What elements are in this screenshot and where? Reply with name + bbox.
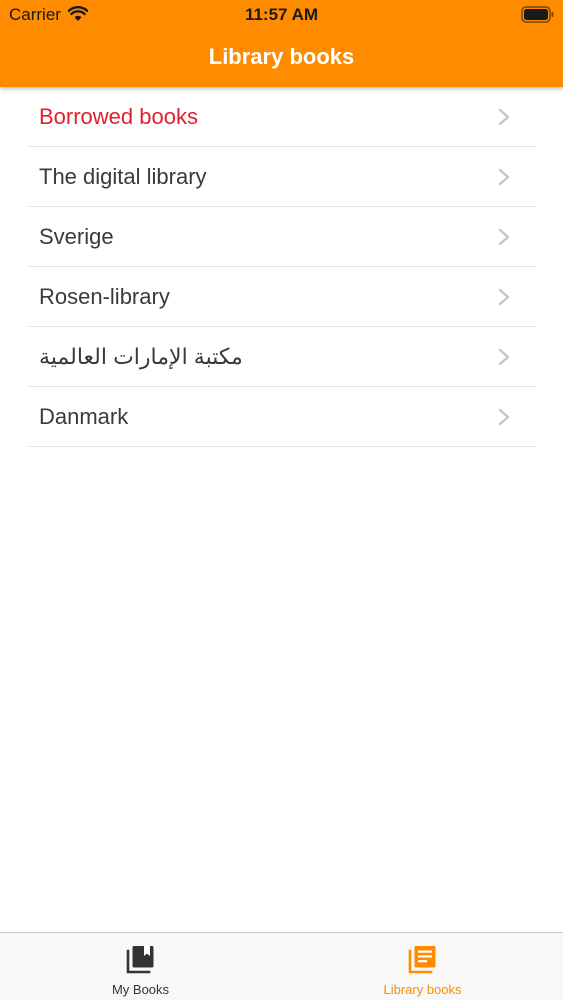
status-bar: Carrier 11:57 AM: [0, 0, 563, 30]
page-title: Library books: [208, 44, 355, 69]
tab-label: Library books: [383, 982, 462, 997]
chevron-right-icon: [498, 168, 510, 186]
library-list: Borrowed books The digital library Sveri…: [28, 87, 536, 447]
battery-icon: [521, 6, 554, 23]
app-screen: Carrier 11:57 AM Library books Borrowed …: [0, 0, 563, 1000]
chevron-right-icon: [498, 348, 510, 366]
tab-library-books[interactable]: Library books: [282, 933, 563, 1000]
list-item-rosen-library[interactable]: Rosen-library: [28, 267, 536, 327]
tab-label: My Books: [111, 982, 170, 997]
chevron-right-icon: [498, 228, 510, 246]
chevron-right-icon: [498, 408, 510, 426]
list-item-label: مكتبة الإمارات العالمية: [39, 343, 243, 369]
list-item-sverige[interactable]: Sverige: [28, 207, 536, 267]
list-item-label: Danmark: [39, 403, 129, 429]
chevron-right-icon: [498, 288, 510, 306]
list-item-label: Borrowed books: [39, 103, 198, 129]
tab-my-books[interactable]: My Books: [0, 933, 281, 1000]
list-item-label: Sverige: [39, 223, 114, 249]
list-item-label: The digital library: [39, 163, 207, 189]
list-item-borrowed-books[interactable]: Borrowed books: [28, 87, 536, 147]
library-list-icon: [408, 946, 435, 974]
list-item-emirates-library[interactable]: مكتبة الإمارات العالمية: [28, 327, 536, 387]
chevron-right-icon: [498, 108, 510, 126]
header: Carrier 11:57 AM Library books: [0, 0, 563, 87]
list-item-digital-library[interactable]: The digital library: [28, 147, 536, 207]
list-item-label: Rosen-library: [39, 283, 170, 309]
list-item-danmark[interactable]: Danmark: [28, 387, 536, 447]
status-time: 11:57 AM: [244, 5, 319, 24]
books-stack-icon: [126, 946, 153, 974]
tab-bar: My Books Library books: [0, 932, 563, 1000]
